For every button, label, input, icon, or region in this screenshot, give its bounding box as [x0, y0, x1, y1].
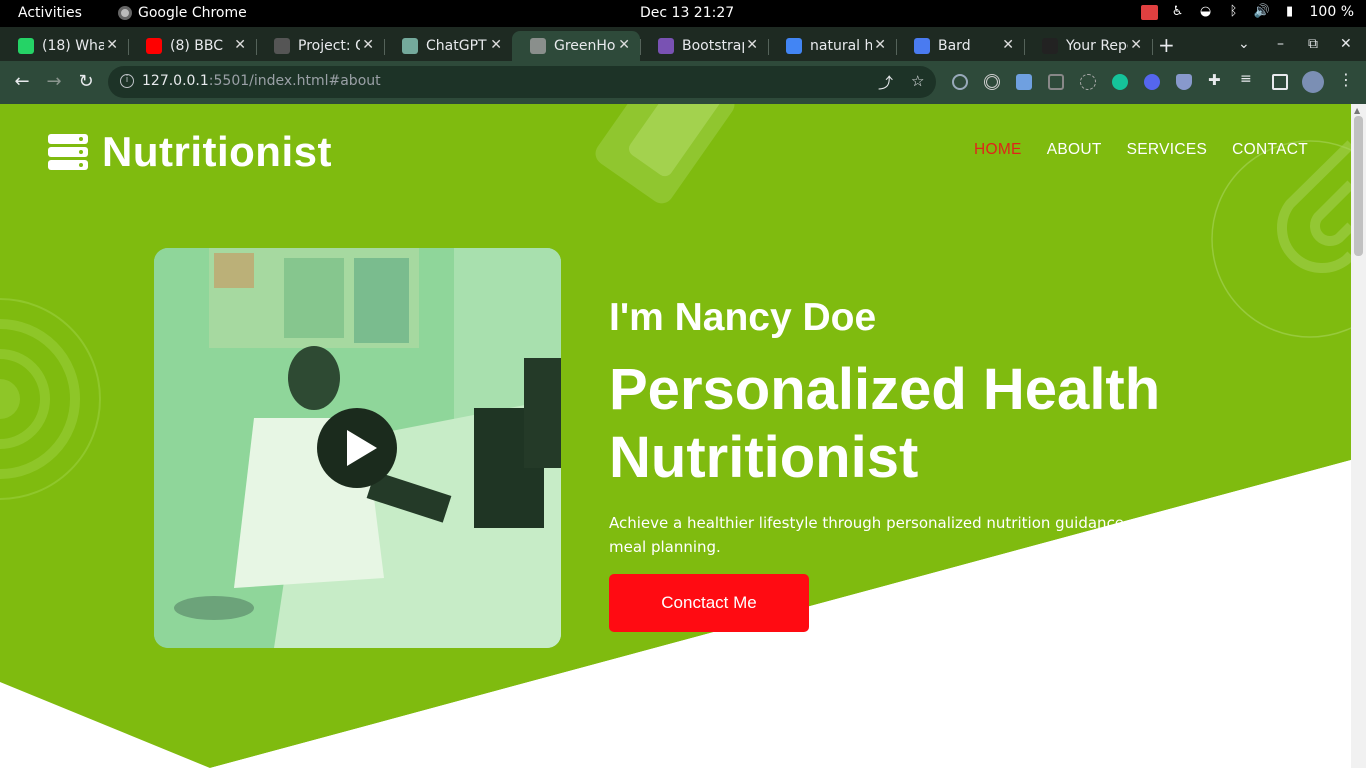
nav-contact[interactable]: CONTACT — [1232, 141, 1308, 159]
tab-title: (8) BBC — [170, 38, 224, 54]
nav-about[interactable]: ABOUT — [1047, 141, 1102, 159]
bookmark-star-icon[interactable]: ☆ — [911, 72, 924, 90]
address-bar[interactable]: i 127.0.0.1:5501/index.html#about ⤴ ☆ — [108, 66, 936, 98]
extension-icon[interactable] — [1144, 74, 1160, 90]
extension-icon[interactable] — [1080, 74, 1096, 90]
whatsapp-icon — [18, 38, 34, 54]
github-icon — [1042, 38, 1058, 54]
grammarly-icon[interactable] — [1112, 74, 1128, 90]
tab-separator — [1152, 39, 1153, 55]
page-scrollbar[interactable]: ▲ — [1351, 104, 1366, 768]
share-icon[interactable]: ⤴ — [878, 72, 893, 93]
hero-description: Achieve a healthier lifestyle through pe… — [609, 514, 1158, 556]
tab-title: Bootstrap — [682, 38, 744, 54]
site-info-icon[interactable]: i — [120, 74, 134, 88]
screen-record-icon[interactable] — [1140, 4, 1158, 20]
close-tab-icon[interactable]: ✕ — [1130, 37, 1142, 53]
browser-tab[interactable]: Bootstrap ✕ — [640, 31, 769, 61]
extension-icon[interactable] — [1048, 74, 1064, 90]
close-tab-icon[interactable]: ✕ — [234, 37, 246, 53]
bootstrap-icon — [658, 38, 674, 54]
intro-video[interactable] — [154, 248, 561, 648]
forward-icon[interactable]: → — [43, 71, 65, 92]
close-tab-icon[interactable]: ✕ — [618, 37, 630, 53]
bluetooth-icon: ᛒ — [1229, 4, 1238, 19]
youtube-icon — [146, 38, 162, 54]
extension-icon[interactable] — [984, 74, 1000, 90]
browser-tab[interactable]: (8) BBC ✕ — [128, 31, 257, 61]
browser-tab[interactable]: Your Repositories✕ — [1024, 31, 1153, 61]
close-tab-icon[interactable]: ✕ — [746, 37, 758, 53]
battery-level: 100 % — [1309, 4, 1354, 20]
tab-title: Bard — [938, 38, 971, 54]
webpage-viewport: Nutritionist HOME ABOUT SERVICES CONTACT… — [0, 104, 1351, 768]
shield-icon[interactable] — [1176, 74, 1192, 90]
tab-title: Project: G — [298, 38, 360, 54]
tab-title: natural h — [810, 38, 872, 54]
browser-toolbar: ← → ↻ i 127.0.0.1:5501/index.html#about … — [0, 61, 1366, 104]
side-panel-icon[interactable] — [1272, 74, 1288, 90]
clock[interactable]: Dec 13 21:27 — [640, 5, 734, 21]
hero-title: Personalized Health Nutritionist — [609, 357, 1161, 490]
site-logo[interactable]: Nutritionist — [48, 128, 332, 176]
url-text[interactable]: 127.0.0.1:5501/index.html#about — [142, 73, 381, 89]
browser-tab[interactable]: Bard ✕ — [896, 31, 1025, 61]
scroll-up-icon[interactable]: ▲ — [1354, 106, 1360, 115]
url-host: 127.0.0.1 — [142, 73, 209, 89]
system-tray[interactable]: ♿ ◒ ᛒ 🔊 ▮ 100 % — [1140, 4, 1354, 20]
restore-icon[interactable]: ⧉ — [1308, 36, 1318, 52]
browser-tab[interactable]: natural h ✕ — [768, 31, 897, 61]
app-menu[interactable]: Google Chrome — [118, 5, 247, 21]
new-tab-button[interactable]: + — [1158, 33, 1175, 57]
chrome-icon — [118, 6, 132, 20]
minimize-icon[interactable]: – — [1277, 36, 1284, 52]
tab-title: ChatGPT — [426, 38, 487, 54]
main-nav: HOME ABOUT SERVICES CONTACT — [974, 141, 1308, 159]
close-tab-icon[interactable]: ✕ — [362, 37, 374, 53]
avatar[interactable] — [1302, 71, 1324, 93]
close-tab-icon[interactable]: ✕ — [874, 37, 886, 53]
globe-icon — [530, 38, 546, 54]
activities-button[interactable]: Activities — [18, 5, 82, 21]
tab-title: GreenHouse — [554, 38, 616, 54]
browser-tab[interactable]: ChatGPT ✕ — [384, 31, 513, 61]
nav-home[interactable]: HOME — [974, 141, 1022, 159]
close-tab-icon[interactable]: ✕ — [490, 37, 502, 53]
server-icon — [48, 134, 88, 170]
media-control-icon[interactable]: ≡ — [1240, 71, 1256, 87]
extension-icon[interactable] — [1016, 74, 1032, 90]
accessibility-icon[interactable]: ♿ — [1170, 4, 1186, 20]
puzzle-icon[interactable]: ✚ — [1208, 71, 1224, 89]
battery-icon: ▮ — [1285, 4, 1294, 19]
close-tab-icon[interactable]: ✕ — [1002, 37, 1014, 53]
menu-icon[interactable]: ⋮ — [1338, 70, 1354, 89]
tab-title: Your Repositories — [1066, 38, 1128, 54]
wifi-icon: ◒ — [1199, 4, 1212, 19]
nav-services[interactable]: SERVICES — [1127, 141, 1208, 159]
back-icon[interactable]: ← — [11, 71, 33, 92]
scrollbar-thumb[interactable] — [1354, 116, 1363, 256]
google-icon — [786, 38, 802, 54]
tab-search-icon[interactable]: ⌄ — [1238, 36, 1250, 52]
react-devtools-icon[interactable] — [952, 74, 968, 90]
hero-intro: I'm Nancy Doe — [609, 296, 877, 339]
reload-icon[interactable]: ↻ — [75, 71, 97, 92]
browser-tab[interactable]: Project: G ✕ — [256, 31, 385, 61]
app-name: Google Chrome — [138, 5, 247, 21]
bard-icon — [914, 38, 930, 54]
system-top-bar: Activities Google Chrome Dec 13 21:27 ♿ … — [0, 0, 1366, 27]
tab-title: (18) WhatsApp — [42, 38, 104, 54]
brand-name: Nutritionist — [102, 128, 332, 175]
volume-icon: 🔊 — [1253, 4, 1270, 19]
url-path: :5501/index.html#about — [208, 73, 381, 89]
project-icon — [274, 38, 290, 54]
close-tab-icon[interactable]: ✕ — [106, 37, 118, 53]
browser-tab[interactable]: (18) WhatsApp✕ — [0, 31, 129, 61]
contact-me-button[interactable]: Conctact Me — [609, 574, 809, 632]
play-icon[interactable] — [317, 408, 397, 488]
chatgpt-icon — [402, 38, 418, 54]
close-window-icon[interactable]: ✕ — [1340, 36, 1352, 52]
browser-tab[interactable]: GreenHouse✕ — [512, 31, 641, 61]
